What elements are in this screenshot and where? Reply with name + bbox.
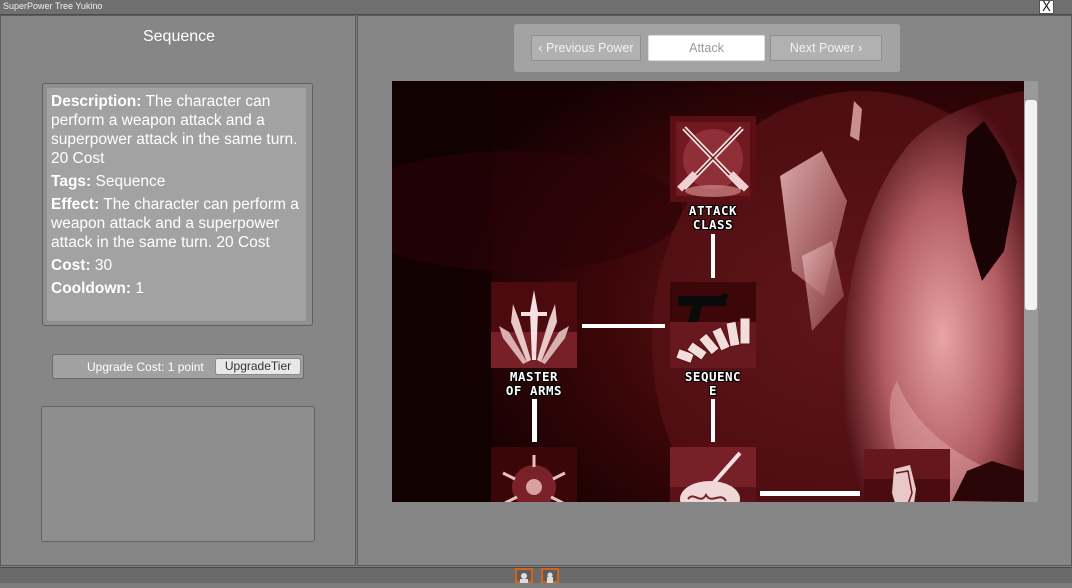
cost-value: 30 xyxy=(94,257,113,274)
power-details-panel: Sequence Description: The character can … xyxy=(0,15,356,566)
label-line-2: e xyxy=(708,383,718,398)
cooldown-value: 1 xyxy=(135,280,144,297)
description-frame: Description: The character can perform a… xyxy=(42,83,313,326)
label-line-1: Sequenc xyxy=(684,369,742,384)
power-tree-view[interactable]: Attack Class Master of Arms xyxy=(392,81,1024,502)
praying-hands-icon xyxy=(864,449,950,502)
portrait-glyph-icon xyxy=(520,573,528,583)
window-title: SuperPower Tree Yukino xyxy=(3,1,103,11)
crossed-swords-icon xyxy=(670,116,756,202)
extra-info-box xyxy=(41,406,315,542)
current-power-category: Attack xyxy=(648,35,765,61)
upgrade-tier-button[interactable]: UpgradeTier xyxy=(215,358,301,375)
effect-label: Effect: xyxy=(51,196,100,213)
tree-node-bottom-left[interactable] xyxy=(491,447,577,502)
character-portrait-icon[interactable] xyxy=(515,568,533,583)
gun-dominoes-icon xyxy=(670,282,756,368)
upgrade-cost-label: Upgrade Cost: 1 point xyxy=(87,360,204,374)
next-power-button[interactable]: Next Power › xyxy=(770,35,882,61)
weapons-fan-icon xyxy=(491,282,577,368)
bottom-bar xyxy=(0,567,1072,583)
description-box: Description: The character can perform a… xyxy=(47,88,306,321)
body-glyph-icon xyxy=(547,572,553,583)
description-row: Description: The character can perform a… xyxy=(51,92,302,168)
tags-label: Tags: xyxy=(51,173,92,190)
cost-label: Cost: xyxy=(51,257,91,274)
tree-node-bottom-right[interactable] xyxy=(864,449,950,502)
previous-power-button[interactable]: ‹ Previous Power xyxy=(531,35,641,61)
description-label: Description: xyxy=(51,93,142,110)
tree-node-sequence[interactable] xyxy=(670,282,756,368)
connector-master-sequence xyxy=(582,324,665,328)
power-nav-bar: ‹ Previous Power Attack Next Power › xyxy=(514,24,900,72)
label-line-1: Master xyxy=(509,369,559,384)
label-line-1: Attack xyxy=(688,203,738,218)
cost-row: Cost: 30 xyxy=(51,256,302,275)
tree-node-master-of-arms[interactable] xyxy=(491,282,577,368)
close-button[interactable]: X xyxy=(1039,0,1054,15)
upgrade-bar: Upgrade Cost: 1 point UpgradeTier xyxy=(52,354,304,379)
effect-row: Effect: The character can perform a weap… xyxy=(51,195,302,252)
label-line-2: of Arms xyxy=(505,383,563,398)
node-label-master-of-arms: Master of Arms xyxy=(479,370,589,398)
cooldown-label: Cooldown: xyxy=(51,280,132,297)
tags-value: Sequence xyxy=(95,173,166,190)
node-label-sequence: Sequenc e xyxy=(658,370,768,398)
scrollbar-thumb[interactable] xyxy=(1025,100,1037,310)
tree-node-bottom-mid[interactable] xyxy=(670,447,756,502)
label-line-2: Class xyxy=(692,217,734,232)
brain-sword-icon xyxy=(670,447,756,502)
spiked-orb-icon xyxy=(491,447,577,502)
node-label-attack-class: Attack Class xyxy=(658,204,768,232)
power-title: Sequence xyxy=(142,28,216,45)
connector-attack-sequence xyxy=(711,234,715,278)
tree-node-attack-class[interactable] xyxy=(670,116,756,202)
character-body-icon[interactable] xyxy=(541,568,559,583)
connector-master-down xyxy=(532,399,537,442)
title-bar: SuperPower Tree Yukino X xyxy=(0,0,1072,15)
cooldown-row: Cooldown: 1 xyxy=(51,279,302,298)
connector-sequence-down xyxy=(711,399,715,442)
power-tree-panel: ‹ Previous Power Attack Next Power › ATT… xyxy=(357,15,1072,566)
tree-scrollbar[interactable] xyxy=(1024,81,1038,502)
tags-row: Tags: Sequence xyxy=(51,172,302,191)
connector-bottom-right xyxy=(760,491,860,496)
